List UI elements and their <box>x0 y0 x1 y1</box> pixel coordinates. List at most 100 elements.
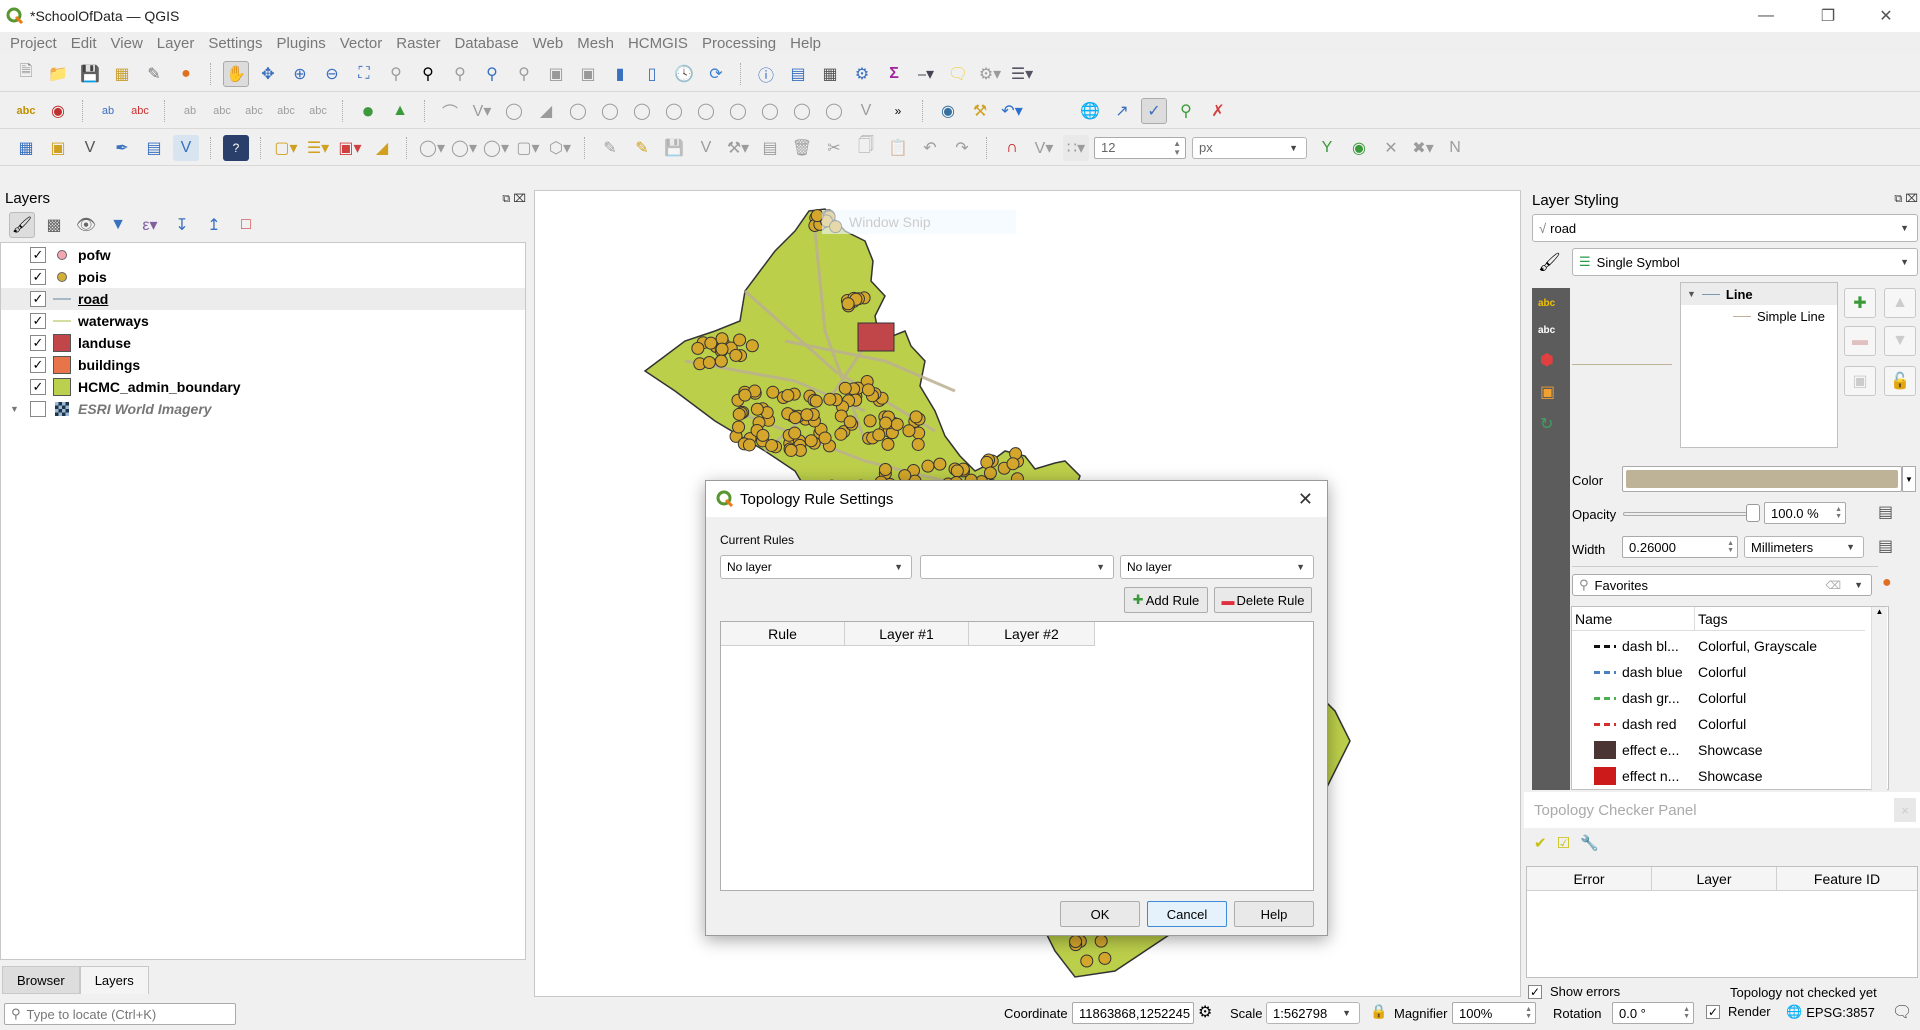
delete-part-icon[interactable]: ◯ <box>757 98 783 124</box>
simplify-icon[interactable]: ◯ <box>821 98 847 124</box>
help-button[interactable]: Help <box>1234 901 1314 927</box>
width-unit-select[interactable]: Millimeters ▼ <box>1744 536 1864 558</box>
menu-vector[interactable]: Vector <box>340 35 383 52</box>
new-map-view-icon[interactable]: ▣ <box>543 61 569 87</box>
redo-icon[interactable]: ↷ <box>949 135 975 161</box>
opacity-slider-handle[interactable] <box>1746 504 1760 522</box>
merge-icon[interactable]: ◯ <box>597 98 623 124</box>
add-symbol-layer-button[interactable]: ✚ <box>1844 288 1876 318</box>
menu-processing[interactable]: Processing <box>702 35 776 52</box>
symbol-list-item[interactable]: dash bl... Colorful, Grayscale <box>1572 633 1888 659</box>
column-header-name[interactable]: Name <box>1572 607 1695 631</box>
layer-visibility-checkbox[interactable] <box>30 401 46 417</box>
layer-visibility-checkbox[interactable]: ✓ <box>30 357 46 373</box>
3d-view-tab-icon[interactable]: ⬢ <box>1540 350 1570 370</box>
new-temporary-layer-icon[interactable]: ▤ <box>141 135 167 161</box>
float-panel-icon[interactable]: ⧉ <box>502 193 510 205</box>
move-up-button[interactable]: ▲ <box>1884 288 1916 318</box>
close-panel-icon[interactable]: ⌧ <box>1905 193 1918 205</box>
triangle-tool-icon[interactable]: ▲ <box>387 98 413 124</box>
digitize-curve-icon[interactable]: ⌒ <box>437 98 463 124</box>
column-header-layer[interactable]: Layer <box>1652 867 1777 891</box>
statistical-summary-icon[interactable]: Σ <box>881 61 907 87</box>
snapping-magnet-icon[interactable]: ∩ <box>999 135 1025 161</box>
add-group-icon[interactable]: ▩ <box>41 212 67 238</box>
tracing-icon[interactable]: ✖▾ <box>1410 135 1436 161</box>
maximize-button[interactable]: ❐ <box>1800 0 1856 32</box>
expand-all-icon[interactable]: ↧ <box>169 212 195 238</box>
layer-item-landuse[interactable]: ✓ landuse <box>1 332 525 354</box>
minimize-button[interactable]: — <box>1738 0 1794 32</box>
masks-tab-icon[interactable]: abc <box>1538 325 1570 336</box>
open-project-icon[interactable]: 📁 <box>45 61 71 87</box>
move-label-arrow-icon[interactable]: abc <box>241 98 267 124</box>
show-errors-checkbox[interactable]: ✓ Show errors <box>1528 984 1620 999</box>
reshape-icon[interactable]: ◯ <box>501 98 527 124</box>
clear-search-icon[interactable]: ⌫ <box>1825 579 1841 592</box>
processing-toolbox-icon[interactable]: ⚙ <box>849 61 875 87</box>
column-header-error[interactable]: Error <box>1527 867 1652 891</box>
copy-features-icon[interactable]: 🗍 <box>853 135 879 161</box>
add-rule-button[interactable]: ✚ Add Rule <box>1124 587 1208 613</box>
temporal-controller-icon[interactable]: 🕓 <box>671 61 697 87</box>
cut-features-icon[interactable]: ✂ <box>821 135 847 161</box>
add-ellipse-icon[interactable]: ◯▾ <box>483 135 509 161</box>
pin-label-icon[interactable]: ab <box>95 98 121 124</box>
paste-features-icon[interactable]: 📋 <box>885 135 911 161</box>
zoom-native-icon[interactable]: ⚲ <box>447 61 473 87</box>
new-bookmark-icon[interactable]: ▮ <box>607 61 633 87</box>
pan-map-icon[interactable]: ✋ <box>223 60 249 87</box>
map-tips-icon[interactable]: 🗨 <box>945 61 971 87</box>
show-bookmarks-icon[interactable]: ▯ <box>639 61 665 87</box>
digitize-shape-icon[interactable]: ◯▾ <box>419 135 445 161</box>
label-toolbar-icon[interactable]: abc <box>13 98 39 124</box>
symbol-tree-root[interactable]: ▼ Line <box>1681 283 1837 305</box>
history-tab-icon[interactable]: ↻ <box>1540 414 1570 434</box>
symbol-list-item[interactable]: effect e... Showcase <box>1572 737 1888 763</box>
symbol-list-item[interactable]: dash red Colorful <box>1572 711 1888 737</box>
layer-visibility-checkbox[interactable]: ✓ <box>30 247 46 263</box>
cancel-button[interactable]: Cancel <box>1147 901 1227 927</box>
field-calculator-icon[interactable]: ▦ <box>817 61 843 87</box>
color-button[interactable] <box>1622 466 1902 492</box>
layer-item-pois[interactable]: ✓ pois <box>1 266 525 288</box>
menu-project[interactable]: Project <box>10 35 57 52</box>
validate-extent-icon[interactable]: ☑ <box>1557 834 1570 852</box>
remove-symbol-layer-button[interactable]: ▬ <box>1844 326 1876 356</box>
zoom-next-icon[interactable]: ⚲ <box>511 61 537 87</box>
symbol-list-item[interactable]: dash blue Colorful <box>1572 659 1888 685</box>
undo-icon[interactable]: ↶ <box>917 135 943 161</box>
renderer-select[interactable]: ☰ Single Symbol ▼ <box>1572 248 1918 276</box>
measure-line-icon[interactable]: ⎯▾ <box>913 61 939 87</box>
symbology-brush-icon[interactable]: 🖌 <box>1538 252 1561 273</box>
add-part-icon[interactable]: ◯ <box>661 98 687 124</box>
modify-attributes-icon[interactable]: ▤ <box>757 135 783 161</box>
coordinate-input[interactable]: 11863868,1252245 <box>1072 1002 1194 1024</box>
save-project-icon[interactable]: 💾 <box>77 61 103 87</box>
spinner-icon[interactable]: ▲ ▼ <box>1727 540 1734 554</box>
refresh-icon[interactable]: ⟳ <box>703 61 729 87</box>
rotation-input[interactable]: 0.0 ° ▲ ▼ <box>1612 1002 1694 1024</box>
snapping-type-icon[interactable]: ∷▾ <box>1063 134 1089 161</box>
diagrams-tab-icon[interactable]: ▣ <box>1540 382 1570 402</box>
add-ring-icon[interactable]: ◯ <box>629 98 655 124</box>
menu-plugins[interactable]: Plugins <box>277 35 326 52</box>
layer-visibility-checkbox[interactable]: ✓ <box>30 379 46 395</box>
new-3d-map-view-icon[interactable]: ▣ <box>575 61 601 87</box>
python-console-icon[interactable]: ◉ <box>935 98 961 124</box>
column-header-layer2[interactable]: Layer #2 <box>969 622 1095 646</box>
add-feature-icon[interactable]: V <box>693 135 719 161</box>
width-input[interactable]: 0.26000 ▲ ▼ <box>1622 536 1738 558</box>
tab-browser[interactable]: Browser <box>2 966 80 994</box>
layer1-select[interactable]: No layer ▼ <box>720 555 912 579</box>
highlight-pinned-labels-icon[interactable]: abc <box>127 98 153 124</box>
georeferencer-globe-icon[interactable]: ● <box>355 98 381 124</box>
style-manager-icon[interactable]: ● <box>173 61 199 87</box>
layout-manager-icon[interactable]: ✎ <box>141 61 167 87</box>
diagram-icon[interactable]: ◉ <box>45 98 71 124</box>
spinner-icon[interactable]: ▲ ▼ <box>1173 139 1181 157</box>
new-virtual-layer-icon[interactable]: V <box>173 134 199 161</box>
fill-ring-icon[interactable]: ◯ <box>693 98 719 124</box>
menu-mesh[interactable]: Mesh <box>577 35 614 52</box>
color-dropdown-button[interactable]: ▼ <box>1902 466 1916 492</box>
